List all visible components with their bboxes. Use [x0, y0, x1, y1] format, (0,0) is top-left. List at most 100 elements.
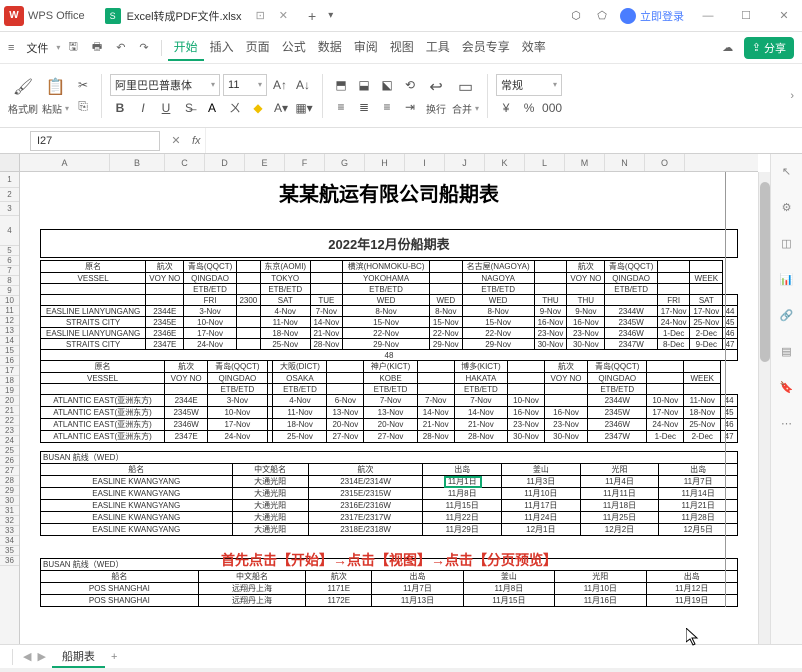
- cell[interactable]: EASLINE LIANYUNGANG: [41, 328, 146, 339]
- cell[interactable]: 17-Nov: [184, 328, 236, 339]
- align-bottom-icon[interactable]: ⬕: [377, 75, 397, 95]
- cell[interactable]: 23-Nov: [567, 328, 605, 339]
- cell[interactable]: [236, 317, 260, 328]
- cell[interactable]: STRAITS CITY: [41, 317, 146, 328]
- bookmark-icon[interactable]: 🔖: [778, 378, 796, 396]
- align-right-icon[interactable]: ≡: [377, 97, 397, 117]
- menu-tab-会员专享[interactable]: 会员专享: [456, 34, 516, 61]
- cell[interactable]: 2300: [236, 295, 260, 306]
- cell[interactable]: 9-Dec: [690, 339, 723, 350]
- cell[interactable]: [657, 284, 690, 295]
- cell[interactable]: 2347W: [605, 339, 657, 350]
- cell[interactable]: [534, 284, 567, 295]
- cell[interactable]: [310, 284, 343, 295]
- cell[interactable]: 11月18日: [580, 500, 659, 512]
- vertical-scrollbar[interactable]: [758, 172, 770, 644]
- cell[interactable]: 2344W: [588, 395, 647, 407]
- col-header[interactable]: J: [445, 154, 485, 171]
- cell[interactable]: 11月24日: [502, 512, 581, 524]
- cell[interactable]: 46: [721, 419, 738, 431]
- cell[interactable]: 13-Nov: [364, 407, 417, 419]
- row-header[interactable]: 11: [0, 306, 19, 316]
- currency-icon[interactable]: ¥: [496, 98, 516, 118]
- menu-tab-插入[interactable]: 插入: [204, 34, 240, 61]
- row-header[interactable]: 5: [0, 246, 19, 256]
- print-icon[interactable]: 🖶: [88, 36, 106, 59]
- cell[interactable]: ETB/ETD: [260, 284, 310, 295]
- cell[interactable]: [327, 373, 364, 384]
- cell[interactable]: VOY NO: [146, 273, 184, 284]
- cell[interactable]: 11月16日: [555, 595, 646, 607]
- cell[interactable]: [429, 284, 462, 295]
- col-header[interactable]: B: [110, 154, 165, 171]
- cell[interactable]: 15-Nov: [343, 317, 430, 328]
- cell[interactable]: 23-Nov: [534, 328, 567, 339]
- cell[interactable]: 22-Nov: [462, 328, 534, 339]
- cell[interactable]: EASLINE KWANGYANG: [41, 512, 233, 524]
- cell[interactable]: 24-Nov: [657, 317, 690, 328]
- cell[interactable]: [146, 284, 184, 295]
- cell[interactable]: KOBE: [364, 373, 417, 384]
- cell[interactable]: 10-Nov: [647, 395, 684, 407]
- cell[interactable]: 28-Nov: [454, 431, 507, 443]
- menu-tab-视图[interactable]: 视图: [384, 34, 420, 61]
- cell[interactable]: 2345W: [605, 317, 657, 328]
- menu-tab-页面[interactable]: 页面: [240, 34, 276, 61]
- cell[interactable]: 9-Nov: [567, 306, 605, 317]
- cell[interactable]: 22-Nov: [429, 328, 462, 339]
- cell[interactable]: 7-Nov: [454, 395, 507, 407]
- col-header[interactable]: G: [325, 154, 365, 171]
- cell[interactable]: 11月29日: [423, 524, 502, 536]
- cell[interactable]: 2347E: [165, 431, 208, 443]
- align-middle-icon[interactable]: ⬓: [354, 75, 374, 95]
- cell[interactable]: 11月13日: [372, 595, 463, 607]
- number-format-select[interactable]: 常规▾: [496, 74, 562, 96]
- align-top-icon[interactable]: ⬒: [331, 75, 351, 95]
- cell[interactable]: 2345E: [146, 317, 184, 328]
- cell[interactable]: ETB/ETD: [273, 384, 327, 395]
- cell[interactable]: 27-Nov: [327, 431, 364, 443]
- cell[interactable]: 航次: [567, 261, 605, 273]
- cell[interactable]: [41, 384, 165, 395]
- row-header[interactable]: 28: [0, 476, 19, 486]
- cut-icon[interactable]: ✂: [73, 75, 93, 95]
- cell[interactable]: VESSEL: [41, 273, 146, 284]
- cell[interactable]: EASLINE KWANGYANG: [41, 476, 233, 488]
- row-header[interactable]: 23: [0, 426, 19, 436]
- cell[interactable]: VESSEL: [41, 373, 165, 384]
- cell[interactable]: WEEK: [690, 273, 723, 284]
- col-header[interactable]: H: [365, 154, 405, 171]
- cell[interactable]: 13-Nov: [327, 407, 364, 419]
- cell[interactable]: [41, 295, 146, 306]
- cell[interactable]: 大通光阳: [232, 488, 308, 500]
- cell[interactable]: [534, 261, 567, 273]
- close-button[interactable]: ✕: [770, 2, 798, 30]
- undo-icon[interactable]: ↶: [112, 39, 129, 56]
- row-header[interactable]: 1: [0, 172, 19, 188]
- cell[interactable]: 45: [721, 407, 738, 419]
- cell[interactable]: 29-Nov: [462, 339, 534, 350]
- cell[interactable]: [327, 384, 364, 395]
- cell[interactable]: 釜山: [502, 464, 581, 476]
- cell[interactable]: THU: [534, 295, 567, 306]
- cell[interactable]: FRI: [184, 295, 236, 306]
- menu-tab-工具[interactable]: 工具: [420, 34, 456, 61]
- col-header[interactable]: A: [20, 154, 110, 171]
- cell[interactable]: 2346W: [588, 419, 647, 431]
- cell[interactable]: 2314E/2314W: [308, 476, 423, 488]
- cell[interactable]: [690, 284, 723, 295]
- tab-menu-icon[interactable]: ⊡: [256, 9, 265, 22]
- cell[interactable]: 名古屋(NAGOYA): [462, 261, 534, 273]
- cell[interactable]: 18-Nov: [273, 419, 327, 431]
- cell[interactable]: 27-Nov: [364, 431, 417, 443]
- cell[interactable]: QINGDAO: [605, 273, 657, 284]
- col-header[interactable]: O: [645, 154, 685, 171]
- share-button[interactable]: ⇪ 分享: [744, 37, 794, 59]
- cell[interactable]: 博多(KICT): [454, 361, 507, 373]
- col-header[interactable]: D: [205, 154, 245, 171]
- file-tab[interactable]: S Excel转成PDF文件.xlsx ⊡ ✕: [97, 4, 296, 28]
- more-icon[interactable]: ⋯: [778, 414, 796, 432]
- cell[interactable]: 11月8日: [423, 488, 502, 500]
- italic-icon[interactable]: I: [133, 98, 153, 118]
- cell[interactable]: 30-Nov: [544, 431, 587, 443]
